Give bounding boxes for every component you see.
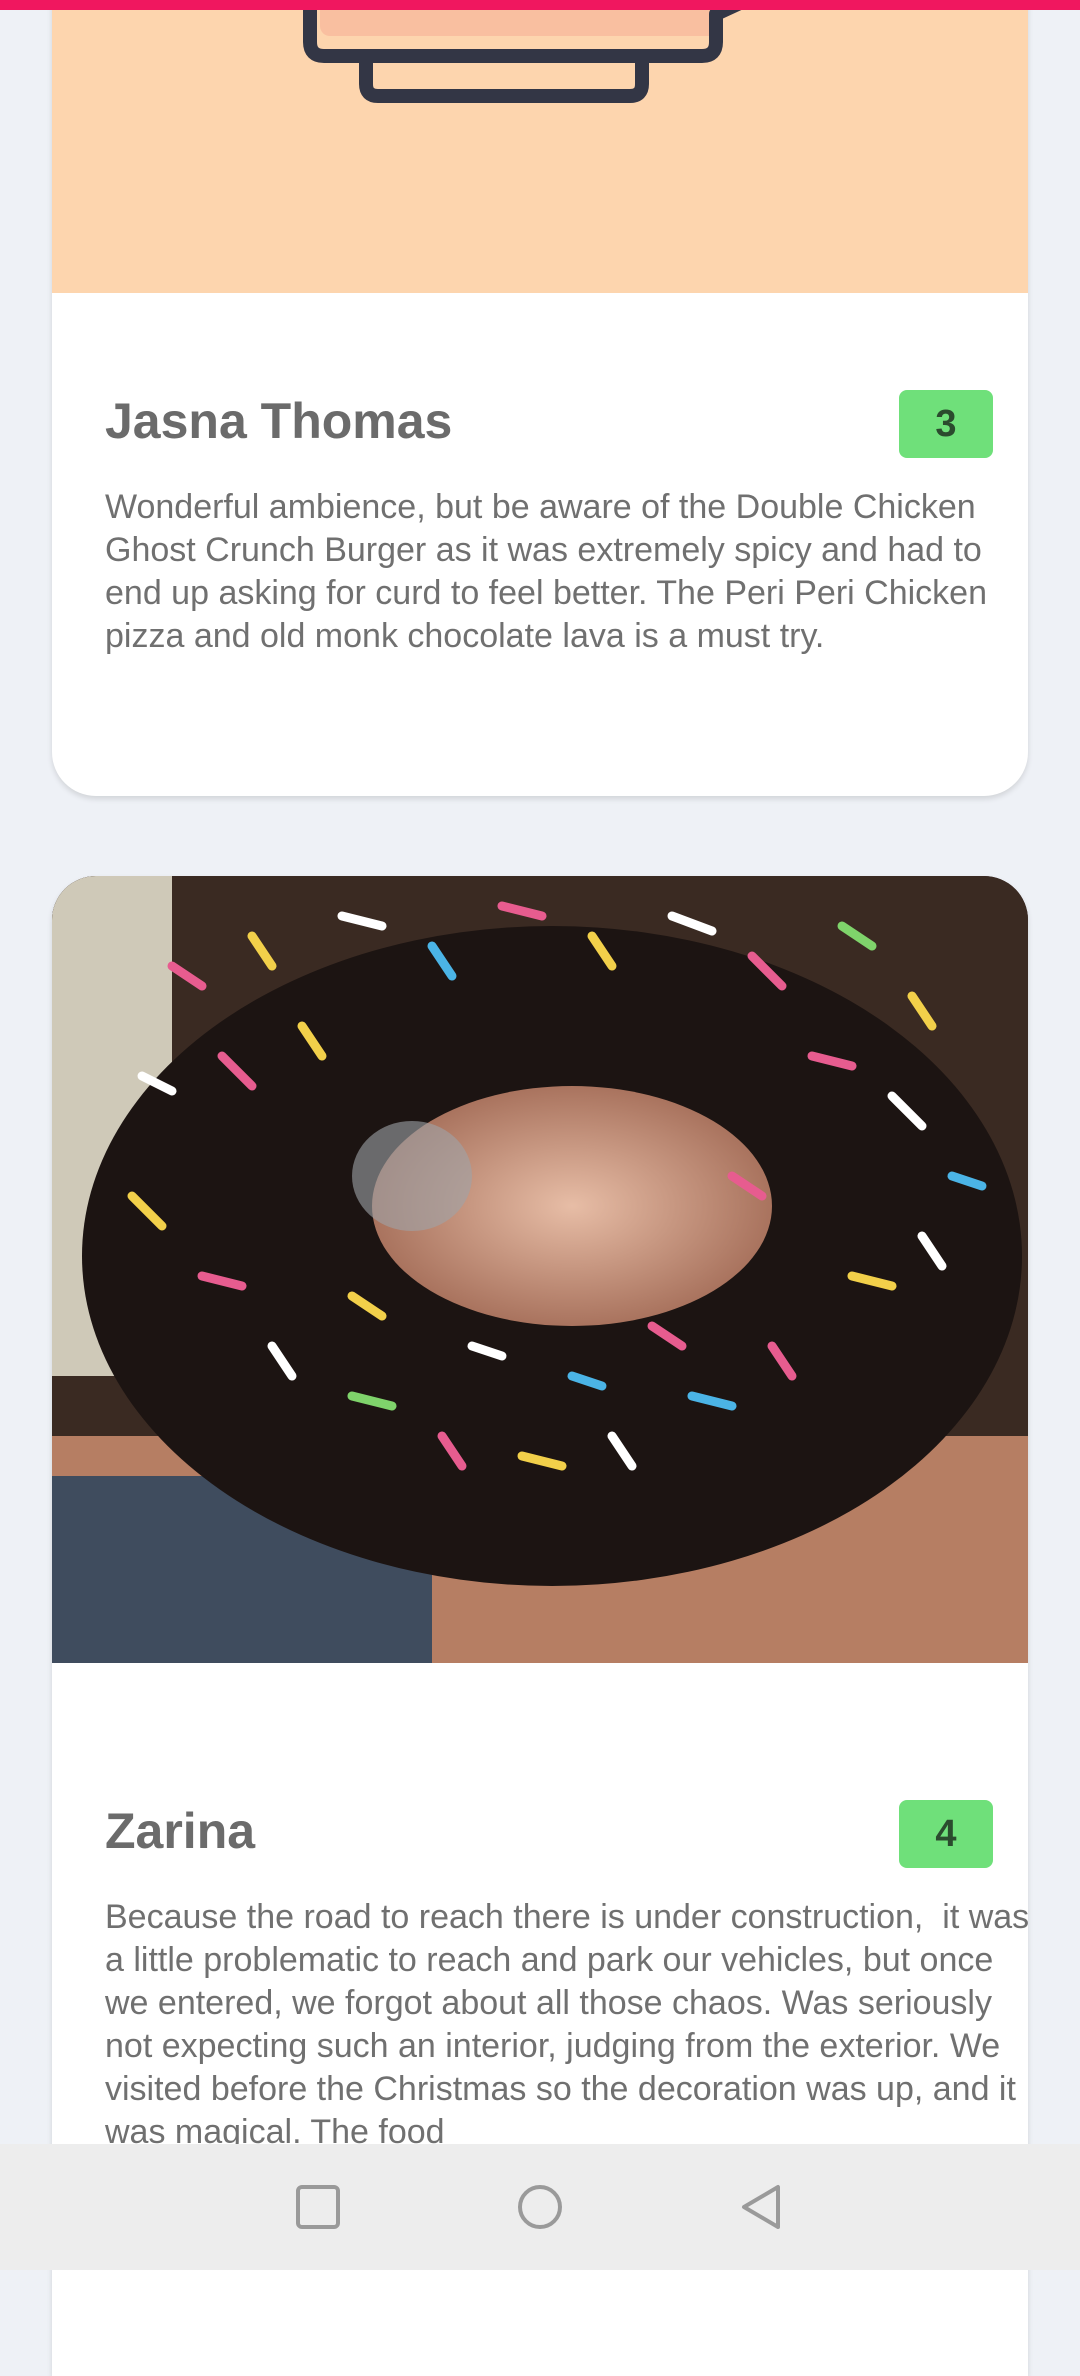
review-card[interactable]: Jasna Thomas 3 Wonderful ambience, but b… xyxy=(52,0,1028,796)
rating-badge: 4 xyxy=(899,1800,993,1868)
rating-badge: 3 xyxy=(899,390,993,458)
recents-icon[interactable] xyxy=(285,2174,351,2240)
review-text: Because the road to reach there is under… xyxy=(105,1898,1028,2151)
reviewer-name: Jasna Thomas xyxy=(105,393,453,449)
restaurant-illustration-icon xyxy=(52,0,1028,293)
review-image xyxy=(52,0,1028,293)
donut-photo-icon xyxy=(52,876,1028,1663)
home-icon[interactable] xyxy=(507,2174,573,2240)
system-nav-bar xyxy=(0,2144,1080,2270)
review-text: Wonderful ambience, but be aware of the … xyxy=(105,488,997,655)
reviewer-name: Zarina xyxy=(105,1803,256,1859)
back-icon[interactable] xyxy=(729,2174,795,2240)
review-image xyxy=(52,876,1028,1663)
top-accent-bar xyxy=(0,0,1080,10)
